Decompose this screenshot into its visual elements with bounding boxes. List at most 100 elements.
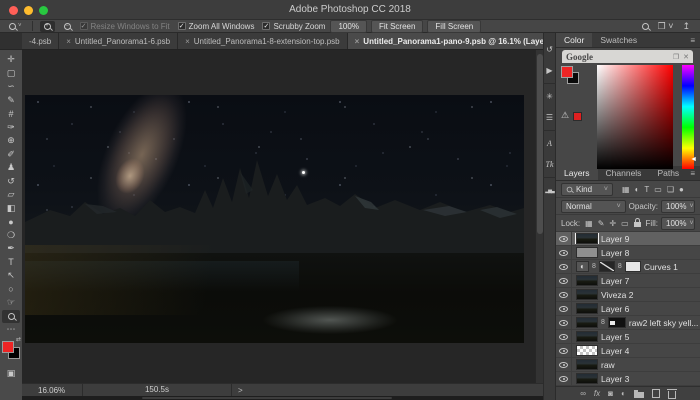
horizontal-scrollbar-thumb[interactable] (142, 397, 392, 399)
layer-visibility-toggle[interactable] (556, 302, 572, 315)
type-tool[interactable]: T (2, 256, 20, 269)
tool-preset-picker[interactable]: ˅ (6, 21, 25, 32)
layer-row[interactable]: Layer 6 (556, 302, 700, 316)
blend-mode-dropdown[interactable]: Normal ˅ (561, 200, 626, 213)
pen-tool[interactable]: ✒ (2, 242, 20, 255)
layers-tab-layers[interactable]: Layers (556, 166, 598, 180)
link-layers-icon[interactable]: ∞ (580, 389, 586, 399)
layer-row[interactable]: Layer 5 (556, 330, 700, 344)
hue-slider[interactable] (682, 65, 694, 169)
document-tab[interactable]: ×Untitled_Panorama1-6.psb (59, 33, 178, 49)
glyphs-panel-icon[interactable]: A (543, 133, 556, 154)
actions-panel-icon[interactable]: ▶ (543, 60, 556, 81)
layer-visibility-toggle[interactable] (556, 288, 572, 301)
option-checkbox[interactable]: ✓Scrubby Zoom (262, 22, 325, 31)
opacity-dropdown[interactable]: 100% ˅ (661, 200, 695, 213)
filter-kind-dropdown[interactable]: Kind ˅ (561, 183, 613, 196)
color-tab-color[interactable]: Color (556, 33, 592, 47)
document-tab[interactable]: ×Untitled_Panorama1-8-extension-top.psb (178, 33, 348, 49)
zoom-tool[interactable] (2, 310, 20, 323)
lasso-tool[interactable]: ∽ (2, 80, 20, 93)
color-tab-swatches[interactable]: Swatches (592, 33, 645, 47)
layer-visibility-toggle[interactable] (556, 330, 572, 343)
vertical-scrollbar[interactable] (535, 50, 543, 383)
adjustment-layer-icon[interactable]: ◐ (621, 389, 626, 399)
zoom-in-button[interactable]: + (40, 21, 55, 32)
status-info-field[interactable]: 150.5s (82, 384, 232, 396)
tk-panel-icon[interactable]: Tk (543, 154, 556, 175)
zoom-level-field[interactable]: 16.06% (38, 386, 82, 395)
healing-brush-tool[interactable]: ⊕ (2, 134, 20, 147)
layer-row[interactable]: 8raw2 left sky yell... (556, 316, 700, 330)
close-tab-icon[interactable]: × (185, 37, 190, 46)
status-chevron[interactable]: > (238, 386, 243, 395)
layer-row[interactable]: Layer 7 (556, 274, 700, 288)
layer-visibility-toggle[interactable] (556, 260, 572, 273)
layer-visibility-toggle[interactable] (556, 246, 572, 259)
layer-row[interactable]: Layer 4 (556, 344, 700, 358)
crop-tool[interactable]: # (2, 107, 20, 120)
color-swatch-widget[interactable]: ⇄ (1, 338, 21, 362)
adjustments-panel-icon[interactable]: ✳ (543, 86, 556, 107)
fill-screen-button[interactable]: Fill Screen (427, 20, 481, 33)
brush-tool[interactable]: ✐ (2, 148, 20, 161)
zoom-out-button[interactable]: − (60, 21, 75, 32)
layer-effects-icon[interactable]: fx (594, 389, 600, 399)
edit-toolbar[interactable]: ⋯ (2, 323, 20, 336)
layer-visibility-toggle[interactable] (556, 358, 572, 371)
workspace-icon[interactable]: ❐ ˅ (658, 21, 674, 31)
close-icon[interactable]: ✕ (683, 53, 689, 61)
shape-filter-icon[interactable]: ▭ (654, 185, 662, 194)
document-tab[interactable]: -4.psb (22, 33, 59, 49)
eraser-tool[interactable]: ▱ (2, 188, 20, 201)
shape-tool[interactable]: ○ (2, 283, 20, 296)
lock-all-icon[interactable] (634, 222, 641, 227)
google-overlay-window[interactable]: Google ❐✕ (562, 50, 693, 63)
gradient-tool[interactable]: ◧ (2, 202, 20, 215)
100--button[interactable]: 100% (330, 20, 366, 33)
history-panel-icon[interactable]: ↺ (543, 39, 556, 60)
path-selection-tool[interactable]: ↖ (2, 269, 20, 282)
smart-object-filter-icon[interactable]: ❏ (667, 185, 674, 194)
canvas-pasteboard[interactable] (22, 50, 543, 383)
document-tab[interactable]: ×Untitled_Panorama1-pano-9.psb @ 16.1% (… (348, 33, 543, 49)
blur-tool[interactable]: ● (2, 215, 20, 228)
marquee-tool[interactable]: ▢ (2, 67, 20, 80)
maximize-icon[interactable]: ❐ (673, 53, 679, 61)
foreground-color-swatch[interactable] (561, 66, 573, 78)
lock-position-icon[interactable]: ✛ (609, 219, 616, 228)
option-checkbox[interactable]: ✓Zoom All Windows (178, 22, 255, 31)
gamut-color-swatch[interactable] (573, 112, 582, 121)
layer-visibility-toggle[interactable] (556, 372, 572, 385)
new-layer-icon[interactable] (652, 389, 660, 398)
horizontal-scrollbar[interactable] (22, 396, 543, 400)
layer-visibility-toggle[interactable] (556, 274, 572, 287)
clone-stamp-tool[interactable]: ♟ (2, 161, 20, 174)
search-icon[interactable] (642, 23, 649, 30)
layer-visibility-toggle[interactable] (556, 232, 572, 245)
lock-transparency-icon[interactable]: ▦ (585, 219, 593, 228)
close-tab-icon[interactable]: × (355, 37, 360, 46)
eyedropper-tool[interactable]: ✑ (2, 121, 20, 134)
foreground-color-swatch[interactable] (2, 341, 14, 353)
new-group-icon[interactable] (634, 392, 644, 398)
properties-panel-icon[interactable]: ☰ (543, 107, 556, 128)
pixel-filter-icon[interactable]: ▦ (622, 185, 630, 194)
layer-visibility-toggle[interactable] (556, 344, 572, 357)
adjustment-filter-icon[interactable]: ◐ (635, 185, 640, 194)
layer-row[interactable]: Layer 9 (556, 232, 700, 246)
attribute-filter-icon[interactable]: ● (679, 185, 684, 194)
color-panel-menu-icon[interactable]: ≡ (690, 36, 700, 45)
history-brush-tool[interactable]: ↺ (2, 175, 20, 188)
lock-paint-icon[interactable]: ✎ (598, 219, 605, 228)
hand-tool[interactable]: ☞ (2, 296, 20, 309)
close-tab-icon[interactable]: × (66, 37, 71, 46)
layer-row[interactable]: raw (556, 358, 700, 372)
saturation-brightness-field[interactable] (597, 65, 673, 169)
screen-mode-button[interactable]: ▣ (7, 368, 16, 379)
share-icon[interactable]: ↥ (682, 21, 690, 31)
move-tool[interactable]: ✛ (2, 53, 20, 66)
lock-artboard-icon[interactable]: ▭ (621, 219, 629, 228)
layer-row[interactable]: ◐88Curves 1 (556, 260, 700, 274)
swap-colors-icon[interactable]: ⇄ (16, 336, 21, 343)
